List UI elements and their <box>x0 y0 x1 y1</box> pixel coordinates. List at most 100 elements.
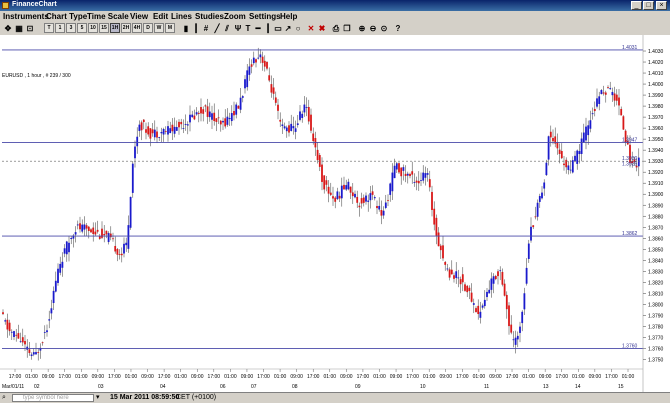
chart-icon[interactable]: ▦ <box>14 23 24 33</box>
price-tick-label: 1.3800 <box>648 302 664 308</box>
time-tick-label: 09:00 <box>42 374 55 380</box>
price-chart[interactable]: EURUSD , 1 hour , # 239 / 300 1.40301.40… <box>0 35 670 392</box>
time-tick-label: 09:00 <box>489 374 502 380</box>
price-tick-label: 1.3770 <box>648 335 664 341</box>
menu-settings[interactable]: Settings <box>249 12 281 21</box>
candle <box>466 284 469 298</box>
horizontal-lines[interactable] <box>2 49 643 349</box>
menu-edit[interactable]: Edit <box>153 12 168 21</box>
candle <box>598 91 601 111</box>
zoom-in-icon[interactable]: ⊕ <box>357 23 367 33</box>
zoom-out-icon[interactable]: ⊖ <box>368 23 378 33</box>
menu-chart-type[interactable]: Chart Type <box>46 12 87 21</box>
maximize-icon[interactable]: □ <box>643 1 654 10</box>
candle <box>435 214 438 245</box>
candle <box>305 97 308 117</box>
menu-time-scale[interactable]: Time Scale <box>87 12 129 21</box>
text-tool-icon[interactable]: T <box>243 23 253 33</box>
candle <box>171 118 174 140</box>
price-tick-label: 1.3830 <box>648 269 664 275</box>
candle <box>263 55 266 72</box>
channel-tool-icon[interactable]: ⫽ <box>222 23 232 33</box>
ellipse-tool-icon[interactable]: ○ <box>293 23 303 33</box>
symbol-input[interactable]: type symbol here <box>12 394 94 402</box>
print-icon[interactable]: ⎙ <box>331 23 341 33</box>
menu-lines[interactable]: Lines <box>171 12 192 21</box>
timeframe-10[interactable]: 10 <box>88 23 98 33</box>
candle <box>472 298 475 314</box>
candle <box>433 201 436 231</box>
menu-studies[interactable]: Studies <box>195 12 224 21</box>
timeframe-5[interactable]: 5 <box>77 23 87 33</box>
candle <box>354 190 356 199</box>
crosshair-icon[interactable]: ✥ <box>3 23 13 33</box>
symbol-icon[interactable]: ⊡ <box>25 23 35 33</box>
time-tick-label: 17:00 <box>108 374 121 380</box>
minimize-icon[interactable]: _ <box>631 1 642 10</box>
candle <box>461 267 464 292</box>
candle <box>602 85 605 96</box>
close-icon[interactable]: × <box>656 1 667 10</box>
timeframe-1[interactable]: 1 <box>55 23 65 33</box>
candle-chart-icon[interactable]: ┃ <box>191 23 201 33</box>
candle <box>241 95 244 103</box>
arrow-tool-icon[interactable]: ↗ <box>283 23 293 33</box>
candle <box>468 285 471 300</box>
price-tick-label: 1.3860 <box>648 236 664 242</box>
candle <box>268 67 271 83</box>
candle <box>235 102 238 119</box>
candle <box>261 51 264 71</box>
dropdown-icon[interactable]: ▾ <box>96 393 100 401</box>
fibonacci-icon[interactable]: Ψ <box>233 23 243 33</box>
menu-instruments[interactable]: Instruments <box>3 12 49 21</box>
time-tick-label: 01:00 <box>25 374 38 380</box>
copy-icon[interactable]: ❐ <box>342 23 352 33</box>
timeframe-2h[interactable]: 2H <box>121 23 131 33</box>
bar-chart-icon[interactable]: ▮ <box>181 23 191 33</box>
rect-tool-icon[interactable]: ▭ <box>273 23 283 33</box>
candle <box>112 232 114 242</box>
candle <box>393 158 396 179</box>
time-tick-label: 09:00 <box>290 374 303 380</box>
hline-tool-icon[interactable]: ━ <box>253 23 263 33</box>
price-tick-label: 1.4010 <box>648 71 664 77</box>
candle <box>609 81 612 90</box>
timeframe-1h[interactable]: 1H <box>110 23 120 33</box>
candle <box>162 127 165 142</box>
zoom-fit-icon[interactable]: ⊙ <box>379 23 389 33</box>
level-label: 1.3947 <box>622 137 638 143</box>
candle <box>272 78 275 100</box>
candle <box>142 119 145 130</box>
candle <box>554 127 557 148</box>
candle <box>147 122 150 137</box>
delete-all-icon[interactable]: ✖ <box>317 23 327 33</box>
status-time: 15 Mar 2011 08:59:50 <box>110 394 180 401</box>
timeframe-15[interactable]: 15 <box>99 23 109 33</box>
menu-view[interactable]: View <box>130 12 148 21</box>
grid-icon[interactable]: # <box>201 23 211 33</box>
candle <box>8 319 11 336</box>
timeframe-3[interactable]: 3 <box>66 23 76 33</box>
candle <box>406 171 409 184</box>
chart-info: EURUSD , 1 hour , # 239 / 300 <box>2 73 71 79</box>
menu-zoom[interactable]: Zoom <box>224 12 246 21</box>
candle <box>4 318 7 325</box>
timeframe-w[interactable]: W <box>154 23 164 33</box>
candle <box>497 269 499 285</box>
vline-tool-icon[interactable]: ┃ <box>263 23 273 33</box>
timeframe-m[interactable]: M <box>165 23 175 33</box>
timeframe-4h[interactable]: 4H <box>132 23 142 33</box>
candle <box>226 108 229 127</box>
candle <box>59 256 62 276</box>
menu-help[interactable]: Help <box>280 12 297 21</box>
delete-icon[interactable]: ✕ <box>306 23 316 33</box>
line-tool-icon[interactable]: ╱ <box>212 23 222 33</box>
time-tick-label: 01:00 <box>373 374 386 380</box>
timeframe-d[interactable]: D <box>143 23 153 33</box>
candle <box>208 102 211 122</box>
candle <box>459 276 462 294</box>
candle <box>455 262 458 284</box>
help-icon[interactable]: ? <box>393 23 403 33</box>
candle <box>362 194 365 207</box>
timeframe-t[interactable]: T <box>44 23 54 33</box>
